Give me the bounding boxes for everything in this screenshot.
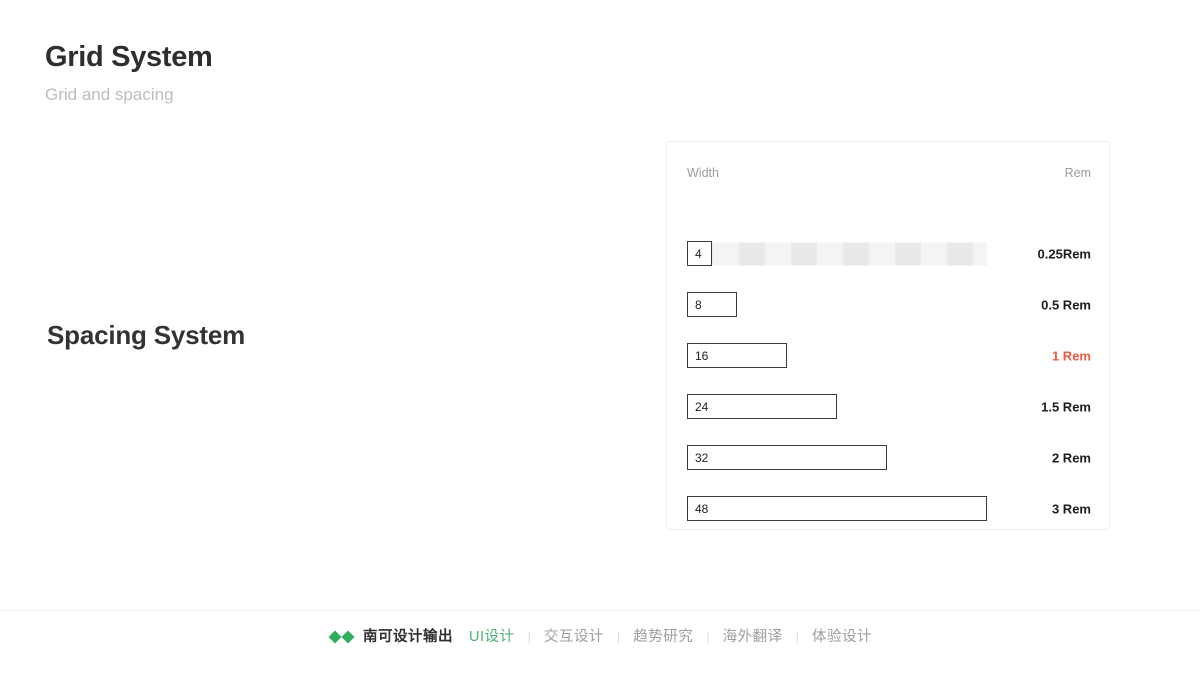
- card-column-headers: Width Rem: [687, 166, 1091, 180]
- width-input-box[interactable]: 8: [687, 292, 737, 317]
- footer-link-3[interactable]: 海外翻译: [723, 629, 783, 645]
- page-header: Grid System Grid and spacing: [45, 40, 213, 105]
- rem-value-label: 0.25Rem: [1037, 246, 1091, 261]
- width-input-box[interactable]: 48: [687, 496, 987, 521]
- footer: 南可设计输出 UI设计 | 交互设计 | 趋势研究 | 海外翻译 | 体验设计: [0, 630, 1200, 645]
- width-box-track: 32: [687, 432, 887, 483]
- footer-separator: |: [706, 629, 710, 644]
- spacing-system-card: Width Rem 4 0.25Rem 8 0.5 Rem 16 1 Rem 24 1.5 R…: [666, 141, 1110, 530]
- spacing-row: 32 2 Rem: [687, 432, 1091, 483]
- section-heading-spacing-system: Spacing System: [47, 320, 246, 350]
- width-input-box[interactable]: 32: [687, 445, 887, 470]
- width-box-track: 24: [687, 381, 837, 432]
- rem-value-label: 1 Rem: [1051, 348, 1091, 363]
- rem-value-label: 3 Rem: [1051, 501, 1091, 516]
- footer-separator: |: [795, 629, 800, 644]
- footer-links: UI设计 | 交互设计 | 趋势研究 | 海外翻译 | 体验设计: [469, 630, 872, 645]
- width-input-box[interactable]: 4: [687, 241, 712, 266]
- width-box-track: 48: [687, 483, 987, 534]
- width-box-track: 16: [687, 330, 787, 381]
- footer-separator: |: [527, 629, 531, 644]
- spacing-row: 16 1 Rem: [687, 330, 1091, 381]
- spacing-stripe-guide: [687, 242, 987, 265]
- spacing-rows-list: 4 0.25Rem 8 0.5 Rem 16 1 Rem 24 1.5 Rem 32 2 Rem 4…: [687, 228, 1091, 534]
- width-box-track: 8: [687, 279, 737, 330]
- width-input-box[interactable]: 16: [687, 343, 787, 368]
- footer-link-1[interactable]: 交互设计: [544, 629, 604, 645]
- footer-link-2[interactable]: 趋势研究: [633, 629, 693, 645]
- column-header-width: Width: [687, 166, 719, 180]
- width-input-box[interactable]: 24: [687, 394, 837, 419]
- rem-value-label: 2 Rem: [1051, 450, 1091, 465]
- footer-link-4[interactable]: 体验设计: [812, 629, 872, 645]
- page-title: Grid System: [45, 41, 213, 73]
- footer-separator: |: [616, 629, 621, 644]
- footer-brand-name: 南可设计输出: [362, 629, 453, 645]
- column-header-rem: Rem: [1064, 166, 1091, 180]
- spacing-row: 48 3 Rem: [687, 483, 1091, 534]
- double-diamond-icon: [328, 630, 356, 644]
- footer-divider: [0, 610, 1200, 611]
- rem-value-label: 1.5 Rem: [1041, 399, 1091, 414]
- page-subtitle: Grid and spacing: [45, 84, 174, 104]
- footer-link-0[interactable]: UI设计: [469, 629, 515, 645]
- spacing-row: 24 1.5 Rem: [687, 381, 1091, 432]
- spacing-row: 8 0.5 Rem: [687, 279, 1091, 330]
- spacing-row: 4 0.25Rem: [687, 228, 1091, 279]
- width-box-track: 4: [687, 228, 712, 279]
- rem-value-label: 0.5 Rem: [1041, 297, 1091, 312]
